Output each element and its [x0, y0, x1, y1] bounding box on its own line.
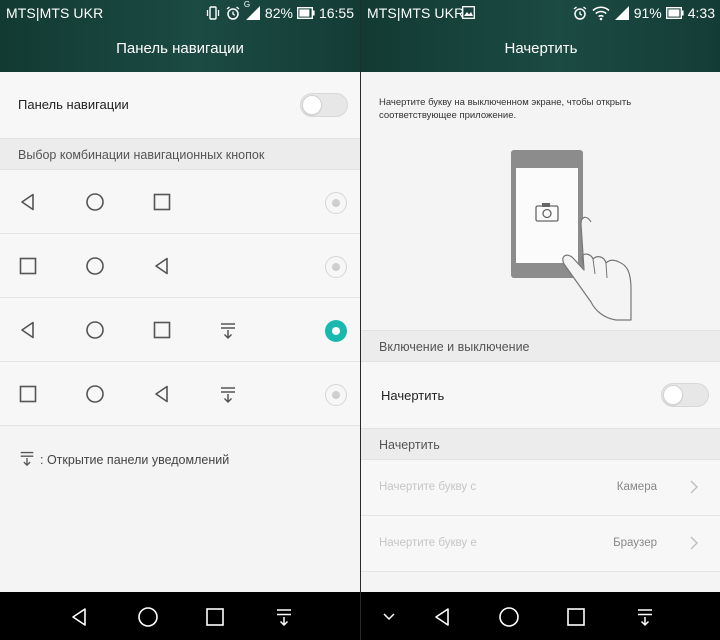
draw-toggle-row[interactable]: Начертить	[361, 362, 720, 428]
section-header-power: Включение и выключение	[361, 330, 720, 362]
signal-icon	[614, 6, 629, 20]
navigation-panel-screen: MTS|MTS UKR G 82% 16:55 Панель навигации…	[0, 0, 360, 640]
radio-dot	[332, 327, 340, 335]
combo-row-4[interactable]	[0, 362, 360, 426]
title-bar: MTS|MTS UKR 91% 4:33 Начертить	[361, 0, 720, 72]
home-circle-icon	[85, 320, 105, 340]
image-notification-icon	[462, 6, 475, 24]
status-icons: G 82% 16:55	[205, 0, 354, 22]
navigation-panel-label: Панель навигации	[18, 97, 129, 112]
letter-app-value: Камера	[616, 481, 657, 493]
recent-square-icon	[152, 320, 172, 340]
system-navbar	[0, 592, 360, 640]
battery-icon	[296, 7, 315, 19]
clock: 16:55	[318, 5, 354, 21]
network-type-label: G	[243, 0, 251, 9]
section-header-text: Включение и выключение	[379, 340, 530, 354]
section-header-text: Начертить	[379, 438, 440, 452]
status-bar: MTS|MTS UKR 91% 4:33	[361, 0, 720, 26]
legend-text: : Открытие панели уведомлений	[40, 453, 230, 467]
alarm-icon	[226, 6, 240, 20]
nav-hide-button[interactable]	[381, 609, 403, 631]
radio-dot	[332, 199, 340, 207]
toggle-knob	[302, 95, 322, 115]
status-icons: 91% 4:33	[572, 4, 715, 22]
gesture-description: Начертите букву на выключенном экране, ч…	[379, 97, 632, 121]
combo-radio-3-selected[interactable]	[325, 320, 347, 342]
nav-back-button[interactable]	[68, 606, 90, 628]
battery-percentage: 82%	[264, 5, 293, 21]
chevron-right-icon	[689, 535, 699, 556]
notification-pull-icon	[218, 384, 238, 404]
notification-pull-icon	[18, 449, 36, 472]
radio-dot	[332, 263, 340, 271]
navigation-panel-row[interactable]: Панель навигации	[0, 72, 360, 138]
battery-percentage: 91%	[633, 5, 662, 21]
carrier-name: MTS|MTS UKR	[367, 5, 465, 21]
nav-back-button[interactable]	[431, 606, 453, 628]
combo-row-3[interactable]	[0, 298, 360, 362]
combo-radio-4[interactable]	[325, 384, 347, 406]
nav-notification-button[interactable]	[634, 606, 656, 628]
navigation-panel-toggle[interactable]	[300, 93, 348, 117]
combo-radio-1[interactable]	[325, 192, 347, 214]
page-title: Панель навигации	[116, 40, 244, 57]
back-triangle-icon	[152, 384, 172, 404]
nav-recent-button[interactable]	[204, 606, 226, 628]
section-header-combinations: Выбор комбинации навигационных кнопок	[0, 138, 360, 170]
letter-row-camera[interactable]: Начертите букву c Камера	[361, 460, 720, 516]
title-bar: MTS|MTS UKR G 82% 16:55 Панель навигации	[0, 0, 360, 72]
section-header-draw: Начертить	[361, 428, 720, 460]
home-circle-icon	[85, 256, 105, 276]
draw-gesture-screen: MTS|MTS UKR 91% 4:33 Начертить Начертите…	[360, 0, 720, 640]
wifi-icon	[592, 6, 610, 21]
legend: : Открытие панели уведомлений	[18, 450, 229, 470]
back-triangle-icon	[152, 256, 172, 276]
combo-row-1[interactable]	[0, 170, 360, 234]
recent-square-icon	[18, 384, 38, 404]
home-circle-icon	[85, 192, 105, 212]
nav-home-button[interactable]	[498, 606, 520, 628]
back-triangle-icon	[18, 320, 38, 340]
status-bar: MTS|MTS UKR G 82% 16:55	[0, 0, 360, 26]
combo-radio-2[interactable]	[325, 256, 347, 278]
system-navbar	[361, 592, 720, 640]
back-triangle-icon	[18, 192, 38, 212]
section-header-text: Выбор комбинации навигационных кнопок	[18, 148, 265, 162]
chevron-right-icon	[689, 479, 699, 500]
letter-app-value: Браузер	[613, 537, 657, 549]
phone-gesture-illustration	[511, 150, 632, 321]
letter-label: Начертите букву e	[379, 537, 477, 549]
recent-square-icon	[152, 192, 172, 212]
home-circle-icon	[85, 384, 105, 404]
draw-toggle[interactable]	[661, 383, 709, 407]
vibrate-icon	[206, 6, 220, 20]
draw-toggle-label: Начертить	[381, 388, 445, 403]
letter-row-browser[interactable]: Начертите букву e Браузер	[361, 516, 720, 572]
recent-square-icon	[18, 256, 38, 276]
alarm-icon	[573, 6, 587, 20]
letter-label: Начертите букву c	[379, 481, 477, 493]
nav-notification-button[interactable]	[273, 606, 295, 628]
carrier-name: MTS|MTS UKR	[6, 5, 104, 21]
signal-icon: G	[244, 0, 261, 21]
combo-row-2[interactable]	[0, 234, 360, 298]
battery-icon	[665, 7, 684, 19]
toggle-knob	[663, 385, 683, 405]
nav-home-button[interactable]	[137, 606, 159, 628]
page-title: Начертить	[504, 40, 578, 57]
nav-recent-button[interactable]	[565, 606, 587, 628]
radio-dot	[332, 391, 340, 399]
notification-pull-icon	[218, 320, 238, 340]
clock: 4:33	[687, 5, 715, 21]
